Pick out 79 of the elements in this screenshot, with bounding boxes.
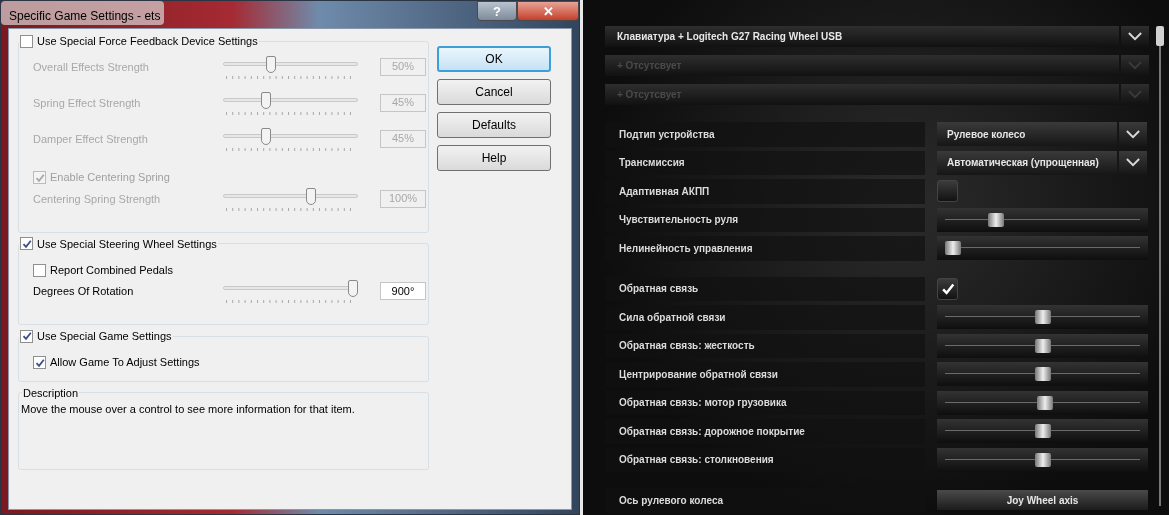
- setting-label: Нелинейность управления: [619, 241, 753, 256]
- checkbox-label: Use Special Game Settings: [37, 329, 172, 344]
- slider-thumb[interactable]: [1036, 395, 1053, 410]
- setting-label: Трансмиссия: [619, 156, 685, 171]
- setting-label: Центрирование обратной связи: [619, 367, 778, 382]
- checkbox-label: Report Combined Pedals: [50, 262, 173, 278]
- checkbox-label: Allow Game To Adjust Settings: [50, 355, 200, 371]
- slider-label: Overall Effects Strength: [33, 59, 150, 75]
- description-title: Description: [22, 385, 80, 401]
- checkbox-label: Enable Centering Spring: [50, 170, 170, 186]
- slider-thumb[interactable]: [1035, 310, 1051, 325]
- chevron-down-icon: [1128, 32, 1142, 41]
- checkbox[interactable]: [33, 263, 46, 277]
- slider-thumb[interactable]: [1035, 452, 1051, 467]
- dropdown-button[interactable]: [1119, 150, 1147, 175]
- window-title: Specific Game Settings - ets: [1, 1, 165, 25]
- dialog-button[interactable]: OK: [437, 46, 551, 72]
- setting-label: Обратная связь: дорожное покрытие: [619, 424, 805, 439]
- setting-label: Адаптивная АКПП: [619, 184, 710, 199]
- checkmark-icon: [34, 357, 45, 368]
- dialog-button[interactable]: Defaults: [437, 112, 551, 138]
- dropdown-button[interactable]: [1121, 26, 1149, 47]
- dialog-button[interactable]: Cancel: [437, 79, 551, 105]
- value-box: 50%: [380, 57, 426, 76]
- checkbox[interactable]: [20, 34, 33, 48]
- slider-track[interactable]: [937, 333, 1148, 358]
- checkmark-icon: [21, 331, 32, 342]
- chevron-down-icon: [1126, 129, 1140, 139]
- slider-track[interactable]: [937, 207, 1148, 232]
- slider-label: Damper Effect Strength: [33, 131, 149, 147]
- slider-thumb[interactable]: [1035, 424, 1051, 439]
- dropdown-field[interactable]: Рулевое колесо: [937, 122, 1117, 147]
- checkmark-icon: [34, 172, 45, 183]
- slider-thumb[interactable]: [988, 212, 1004, 227]
- value-box: 45%: [380, 129, 426, 148]
- slider-thumb[interactable]: [944, 241, 961, 256]
- setting-label: Сила обратной связи: [619, 310, 726, 325]
- slider-label: Spring Effect Strength: [33, 95, 142, 111]
- checkbox[interactable]: [33, 356, 46, 369]
- setting-label: Обратная связь: жесткость: [619, 339, 755, 354]
- checkbox[interactable]: [937, 180, 958, 203]
- value-box: 900°: [380, 282, 426, 300]
- checkbox-label: Use Special Steering Wheel Settings: [37, 236, 217, 252]
- checkmark-icon: [940, 281, 955, 296]
- slider-thumb[interactable]: [348, 280, 358, 297]
- dialog-button[interactable]: Help: [437, 145, 551, 171]
- device-field[interactable]: Клавиатура + Logitech G27 Racing Wheel USB: [605, 26, 1119, 47]
- value-box: 100%: [380, 189, 426, 208]
- slider-track[interactable]: [937, 447, 1148, 472]
- checkbox[interactable]: [20, 237, 33, 251]
- slider-track[interactable]: [937, 305, 1148, 330]
- slider-label: Degrees Of Rotation: [33, 284, 135, 299]
- dropdown-field[interactable]: Автоматическая (упрощенная): [937, 150, 1117, 175]
- setting-label: Подтип устройства: [619, 127, 715, 142]
- value-box: 45%: [380, 93, 426, 112]
- slider-track[interactable]: [937, 419, 1148, 444]
- slider[interactable]: [223, 280, 358, 297]
- slider-thumb[interactable]: [1035, 338, 1051, 353]
- slider-thumb[interactable]: [1035, 367, 1051, 382]
- scrollbar[interactable]: [1153, 26, 1167, 506]
- chevron-down-icon: [1128, 61, 1142, 70]
- checkbox[interactable]: [20, 329, 33, 343]
- setting-label: Чувствительность руля: [619, 213, 739, 228]
- chevron-down-icon: [1128, 90, 1142, 99]
- slider-track[interactable]: [937, 236, 1148, 261]
- setting-label: Обратная связь: столкновения: [619, 453, 774, 468]
- slider-label: Centering Spring Strength: [33, 191, 162, 207]
- description-text: Move the mouse over a control to see more information for that item.: [21, 402, 356, 417]
- axis-button[interactable]: Joy Wheel axis: [937, 490, 1148, 511]
- checkbox-label: Use Special Force Feedback Device Settings: [37, 34, 258, 49]
- dropdown-button[interactable]: [1119, 122, 1147, 147]
- setting-label: Ось рулевого колеса: [619, 493, 724, 508]
- checkmark-icon: [21, 238, 32, 249]
- setting-label: Обратная связь: [619, 282, 699, 297]
- slider-track[interactable]: [937, 362, 1148, 387]
- slider-track[interactable]: [937, 390, 1148, 415]
- setting-label: Обратная связь: мотор грузовика: [619, 396, 787, 411]
- chevron-down-icon: [1126, 158, 1140, 168]
- checkbox[interactable]: [937, 277, 958, 300]
